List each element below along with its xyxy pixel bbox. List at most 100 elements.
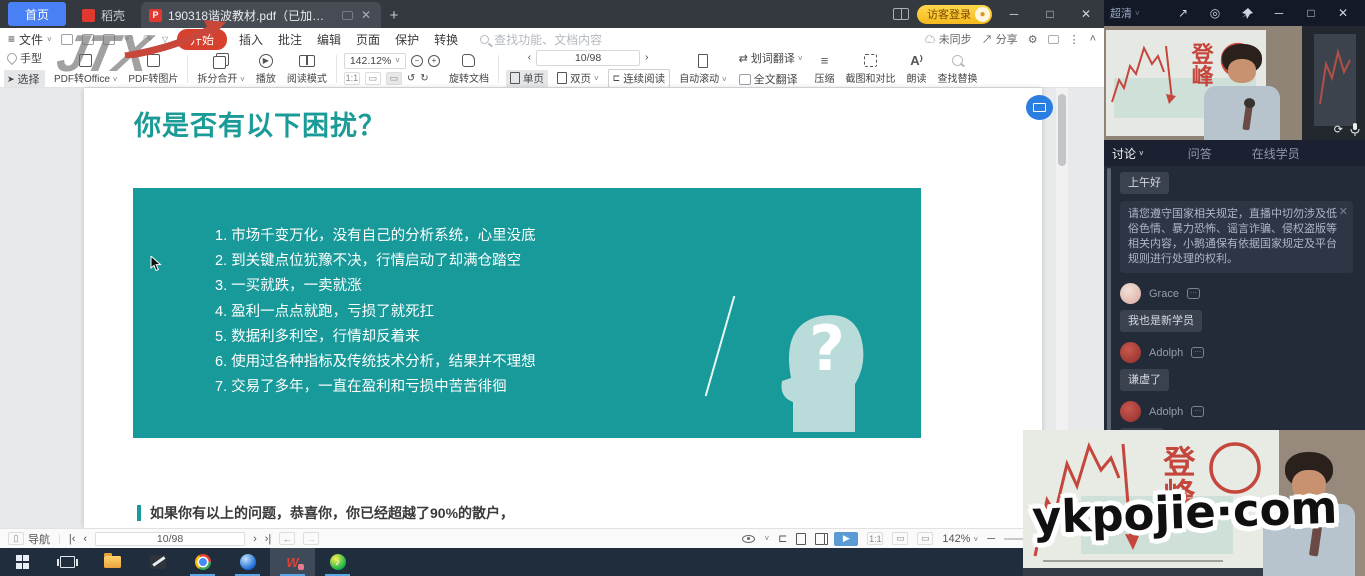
split-merge-button[interactable]: 拆分合开 ˅ bbox=[195, 52, 246, 86]
media-app-button[interactable] bbox=[135, 548, 180, 576]
prev-page-icon[interactable]: ‹ bbox=[528, 52, 531, 63]
menu-start[interactable]: 开始 bbox=[177, 29, 227, 50]
notice-close-icon[interactable]: ✕ bbox=[1339, 205, 1348, 220]
tab-close-icon[interactable]: ✕ bbox=[359, 8, 373, 22]
tab-qa[interactable]: 问答 bbox=[1180, 145, 1220, 162]
read-mode-button[interactable]: 阅读模式 bbox=[285, 52, 329, 86]
file-explorer-button[interactable] bbox=[90, 548, 135, 576]
zoom-minus-icon[interactable]: ─ bbox=[987, 533, 995, 545]
tab-home[interactable]: 首页 bbox=[8, 2, 66, 26]
quality-selector[interactable]: 超清˅ bbox=[1110, 5, 1140, 21]
private-chat-icon[interactable]: ⋯ bbox=[1191, 347, 1204, 358]
mic-icon[interactable] bbox=[1350, 123, 1360, 136]
stream-maximize-button[interactable]: □ bbox=[1295, 0, 1327, 26]
menu-convert[interactable]: 转换 bbox=[431, 31, 461, 48]
status-single-page-icon[interactable] bbox=[796, 533, 806, 545]
private-chat-icon[interactable]: ⋯ bbox=[1191, 406, 1204, 417]
navigation-button[interactable]: ▯导航 bbox=[8, 531, 50, 547]
read-aloud-button[interactable]: A⁾朗读 bbox=[905, 52, 929, 86]
menu-page[interactable]: 页面 bbox=[353, 31, 383, 48]
open-icon[interactable] bbox=[61, 34, 73, 45]
music-app-button[interactable]: ♪ bbox=[315, 548, 360, 576]
rotate-right-icon[interactable]: ↻ bbox=[420, 73, 428, 84]
more-menu-icon[interactable]: ⋮ bbox=[1069, 33, 1080, 46]
find-replace-button[interactable]: 查找替换 bbox=[936, 52, 980, 86]
hand-tool-button[interactable]: 手型 bbox=[4, 50, 45, 67]
private-chat-icon[interactable]: ⋯ bbox=[1187, 288, 1200, 299]
sync-status[interactable]: ☁ 未同步 bbox=[925, 31, 972, 47]
status-play-button[interactable]: ▶ bbox=[834, 532, 858, 546]
word-translate-button[interactable]: ⇄划词翻译˅ bbox=[736, 50, 806, 67]
task-view-button[interactable] bbox=[45, 548, 90, 576]
wps-minimize-button[interactable]: ─ bbox=[1000, 0, 1028, 28]
wps-close-button[interactable]: ✕ bbox=[1072, 0, 1100, 28]
floating-share-button[interactable] bbox=[1026, 95, 1053, 120]
eye-protection-icon[interactable] bbox=[742, 535, 755, 543]
start-button[interactable] bbox=[0, 548, 45, 576]
search-input[interactable]: 查找功能、文档内容 bbox=[480, 31, 602, 48]
status-actual-size-icon[interactable]: 1:1 bbox=[867, 532, 883, 545]
full-translate-button[interactable]: 全文翻译 bbox=[736, 70, 806, 88]
tab-online-students[interactable]: 在线学员 bbox=[1244, 145, 1308, 162]
share-button[interactable]: ↗ 分享 bbox=[982, 31, 1018, 47]
fit-width-icon[interactable]: ▭ bbox=[365, 72, 381, 85]
menu-edit[interactable]: 编辑 bbox=[314, 31, 344, 48]
zoom-value-dropdown[interactable]: 142.12%˅ bbox=[344, 53, 406, 69]
stream-minimize-button[interactable]: ─ bbox=[1263, 0, 1295, 26]
collapse-ribbon-icon[interactable]: ˄ bbox=[1090, 33, 1096, 45]
compress-button[interactable]: ≡压缩 bbox=[813, 52, 837, 86]
tab-document[interactable]: P 190318谐波教材.pdf（已加密） ✕ bbox=[141, 2, 381, 28]
file-menu[interactable]: ≡ 文件 ˅ bbox=[8, 31, 52, 48]
select-tool-button[interactable]: ➤选择 bbox=[4, 70, 45, 88]
stream-close-button[interactable]: ✕ bbox=[1327, 0, 1359, 26]
actual-size-icon[interactable]: 1:1 bbox=[344, 72, 360, 85]
next-page-icon[interactable]: › bbox=[645, 52, 648, 63]
continuous-read-button[interactable]: ⊏连续阅读 bbox=[608, 69, 671, 88]
status-zoom-value[interactable]: 142% ˅ bbox=[942, 533, 978, 545]
status-continuous-icon[interactable]: ⊏ bbox=[778, 532, 787, 545]
menu-insert[interactable]: 插入 bbox=[236, 31, 266, 48]
save-icon[interactable] bbox=[82, 34, 94, 45]
stream-record-icon[interactable]: ◎ bbox=[1199, 0, 1231, 26]
settings-gear-icon[interactable]: ⚙ bbox=[1028, 33, 1038, 46]
zoom-in-icon[interactable]: + bbox=[428, 55, 440, 67]
screenshot-compare-button[interactable]: 截图和对比 bbox=[844, 52, 898, 86]
status-fit-page-icon[interactable]: ▭ bbox=[917, 532, 933, 545]
status-page-indicator[interactable]: 10/98 bbox=[95, 532, 245, 546]
rotate-left-icon[interactable]: ↺ bbox=[407, 73, 415, 84]
new-tab-button[interactable]: + bbox=[381, 2, 407, 28]
comment-icon[interactable] bbox=[1048, 35, 1059, 44]
browser-button[interactable] bbox=[225, 548, 270, 576]
pdf-to-image-button[interactable]: PDF转图片 bbox=[126, 52, 180, 86]
history-back-icon[interactable]: ← bbox=[279, 532, 295, 545]
status-double-page-icon[interactable] bbox=[815, 533, 825, 545]
stream-pin-icon[interactable] bbox=[1231, 0, 1263, 26]
status-fit-width-icon[interactable]: ▭ bbox=[892, 532, 908, 545]
rotate-doc-button[interactable]: 旋转文档 bbox=[447, 52, 491, 86]
print-icon[interactable] bbox=[103, 34, 115, 45]
play-button[interactable]: ▶播放 bbox=[254, 52, 278, 86]
stream-share-icon[interactable]: ↗ bbox=[1167, 0, 1199, 26]
wps-taskbar-button[interactable]: W bbox=[270, 548, 315, 576]
page-indicator-input[interactable]: 10/98 bbox=[536, 50, 640, 66]
auto-scroll-button[interactable]: 自动滚动 ˅ bbox=[677, 52, 728, 86]
menu-annotate[interactable]: 批注 bbox=[275, 31, 305, 48]
single-page-button[interactable]: 单页 bbox=[506, 70, 548, 87]
chat-scrollbar[interactable] bbox=[1107, 168, 1111, 436]
undo-icon[interactable]: ↶ bbox=[124, 32, 134, 46]
status-next-page-icon[interactable]: › bbox=[253, 533, 257, 545]
split-view-icon[interactable] bbox=[893, 8, 909, 20]
camera-switch-icon[interactable]: ⟳ bbox=[1334, 123, 1343, 136]
pdf-to-office-button[interactable]: PDF转Office ˅ bbox=[52, 52, 119, 86]
history-forward-icon[interactable]: → bbox=[303, 532, 319, 545]
zoom-out-icon[interactable]: − bbox=[411, 55, 423, 67]
login-badge[interactable]: 访客登录 ● bbox=[917, 5, 992, 24]
double-page-button[interactable]: 双页˅ bbox=[553, 70, 603, 87]
tab-discussion[interactable]: 讨论˅ bbox=[1104, 145, 1152, 162]
first-page-icon[interactable]: |‹ bbox=[69, 533, 76, 545]
scrollbar-thumb[interactable] bbox=[1058, 94, 1066, 166]
status-prev-page-icon[interactable]: ‹ bbox=[83, 533, 87, 545]
fit-page-icon[interactable]: ▭ bbox=[386, 72, 402, 85]
menu-protect[interactable]: 保护 bbox=[392, 31, 422, 48]
redo-icon[interactable]: ↷ bbox=[143, 32, 153, 46]
